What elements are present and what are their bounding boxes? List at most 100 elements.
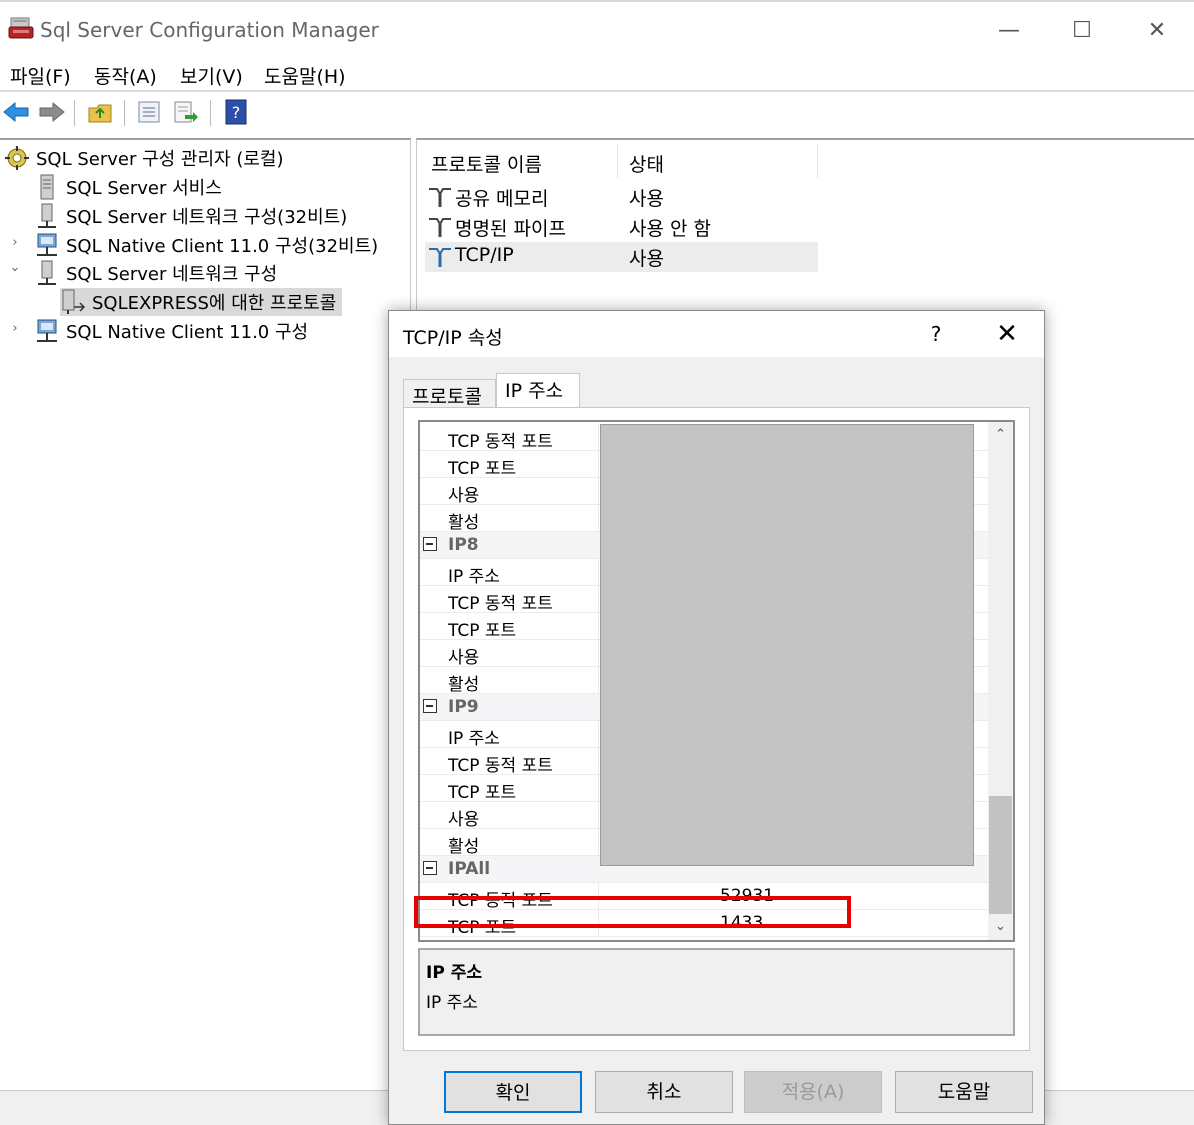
grid-column-divider [598, 802, 599, 829]
close-button[interactable]: ✕ [1131, 10, 1183, 50]
collapse-chevron-icon[interactable]: ⌄ [8, 260, 22, 275]
list-row-tcp-ip[interactable]: TCP/IP 사용 [425, 242, 818, 272]
grid-property-name: 활성 [448, 513, 480, 533]
tab-protocol[interactable]: 프로토콜 [403, 379, 496, 409]
collapse-minus-icon[interactable] [423, 537, 437, 551]
collapse-minus-icon[interactable] [423, 699, 437, 713]
protocol-status: 사용 안 함 [629, 218, 711, 240]
protocol-icon [427, 185, 453, 209]
grid-column-divider [598, 451, 599, 478]
protocol-icon [427, 215, 453, 239]
column-header-status[interactable]: 상태 [629, 150, 664, 177]
config-manager-icon [4, 145, 30, 171]
ok-button[interactable]: 확인 [444, 1071, 582, 1113]
ip-addresses-tab-page: TCP 동적 포트 TCP 포트 사용 활성 IP8 IP 주소 TCP 동적 포트 TCP … [403, 407, 1030, 1051]
grid-column-divider [598, 775, 599, 802]
dialog-title: TCP/IP 속성 [403, 327, 503, 349]
expand-chevron-icon[interactable]: › [8, 321, 22, 336]
title-bar: Sql Server Configuration Manager — ☐ ✕ [0, 4, 1194, 54]
menu-divider [0, 90, 1194, 92]
maximize-button[interactable]: ☐ [1056, 10, 1108, 50]
protocol-name: TCP/IP [455, 244, 514, 266]
toolbar-separator [124, 100, 125, 126]
sql-config-manager-icon [8, 16, 34, 40]
server-service-icon [34, 174, 60, 200]
tree-item-native-client-32bit[interactable]: SQL Native Client 11.0 구성(32비트) [34, 231, 378, 259]
forward-arrow-icon[interactable] [38, 98, 66, 126]
grid-column-divider [598, 613, 599, 640]
grid-column-divider [598, 586, 599, 613]
grid-column-divider [598, 640, 599, 667]
grid-property-name: 활성 [448, 675, 480, 695]
grid-column-divider [598, 424, 599, 451]
grid-column-divider [598, 559, 599, 586]
tree-item-sqlexpress-protocols[interactable]: SQLEXPRESS에 대한 프로토콜 [60, 288, 343, 316]
grid-category-label: IPAll [448, 859, 491, 879]
toolbar: ? [0, 94, 1194, 130]
tree-item-sql-server-services[interactable]: SQL Server 서비스 [34, 173, 222, 201]
scroll-thumb[interactable] [989, 796, 1012, 914]
description-title: IP 주소 [426, 963, 482, 983]
vertical-scrollbar[interactable]: ⌃ ⌄ [988, 422, 1013, 940]
help-icon[interactable]: ? [222, 98, 250, 126]
property-description-panel: IP 주소 IP 주소 [418, 948, 1015, 1036]
grid-property-name: 사용 [448, 486, 480, 506]
export-list-icon[interactable] [172, 98, 200, 126]
network-config-icon [34, 260, 60, 286]
list-row-named-pipes[interactable]: 명명된 파이프 사용 안 함 [425, 212, 818, 242]
network-config-icon [34, 203, 60, 229]
minimize-button[interactable]: — [983, 10, 1035, 50]
tree-item-label: SQL Native Client 11.0 구성 [66, 322, 309, 343]
grid-property-name: IP 주소 [448, 567, 500, 587]
menu-view[interactable]: 보기(V) [180, 62, 243, 89]
apply-button[interactable]: 적용(A) [744, 1071, 882, 1113]
up-folder-icon[interactable] [86, 98, 114, 126]
grid-property-name: TCP 포트 [448, 783, 517, 803]
menu-bar: 파일(F) 동작(A) 보기(V) 도움말(H) [0, 58, 1194, 90]
grid-column-divider [598, 721, 599, 748]
expand-chevron-icon[interactable]: › [8, 235, 22, 250]
redacted-values-area [600, 424, 974, 866]
menu-file[interactable]: 파일(F) [10, 62, 71, 89]
collapse-minus-icon[interactable] [423, 861, 437, 875]
tree-item-label: SQL Server 서비스 [66, 178, 222, 199]
native-client-icon [34, 318, 60, 344]
scroll-up-icon[interactable]: ⌃ [988, 424, 1013, 446]
column-divider[interactable] [617, 144, 618, 178]
grid-property-name: 사용 [448, 648, 480, 668]
dialog-title-bar: TCP/IP 속성 ? ✕ [389, 311, 1044, 357]
column-divider[interactable] [817, 144, 818, 178]
back-arrow-icon[interactable] [2, 98, 30, 126]
grid-column-divider [598, 478, 599, 505]
list-row-shared-memory[interactable]: 공유 메모리 사용 [425, 182, 818, 212]
dialog-close-button[interactable]: ✕ [989, 319, 1025, 349]
grid-column-divider [598, 667, 599, 694]
protocol-name: 공유 메모리 [455, 188, 549, 210]
column-header-name[interactable]: 프로토콜 이름 [431, 150, 542, 177]
tree-item-network-config[interactable]: SQL Server 네트워크 구성 [34, 259, 277, 287]
tree-root[interactable]: SQL Server 구성 관리자 (로컬) [4, 144, 284, 172]
grid-column-divider [598, 829, 599, 856]
grid-property-name: TCP 동적 포트 [448, 756, 553, 776]
properties-icon[interactable] [135, 98, 163, 126]
scroll-down-icon[interactable]: ⌄ [988, 916, 1013, 938]
menu-help[interactable]: 도움말(H) [264, 62, 346, 89]
grid-property-name: TCP 포트 [448, 459, 517, 479]
dialog-help-button[interactable]: ? [921, 319, 951, 349]
tree-root-label: SQL Server 구성 관리자 (로컬) [36, 149, 284, 170]
window-title: Sql Server Configuration Manager [40, 18, 379, 42]
property-grid: TCP 동적 포트 TCP 포트 사용 활성 IP8 IP 주소 TCP 동적 포트 TCP … [418, 420, 1015, 942]
menu-action[interactable]: 동작(A) [94, 62, 157, 89]
tree-item-native-client[interactable]: SQL Native Client 11.0 구성 [34, 317, 308, 345]
tcpip-properties-dialog: TCP/IP 속성 ? ✕ 프로토콜 IP 주소 TCP 동적 포트 TCP 포트… [388, 310, 1045, 1125]
grid-property-name: 사용 [448, 810, 480, 830]
cancel-button[interactable]: 취소 [595, 1071, 733, 1113]
protocol-icon [427, 245, 453, 269]
toolbar-separator [210, 100, 211, 126]
help-button[interactable]: 도움말 [895, 1071, 1033, 1113]
tree-item-network-config-32bit[interactable]: SQL Server 네트워크 구성(32비트) [34, 202, 347, 230]
tab-ip-addresses[interactable]: IP 주소 [496, 373, 580, 409]
protocols-icon [60, 289, 86, 315]
grid-column-divider [598, 505, 599, 532]
svg-text:?: ? [232, 103, 241, 122]
